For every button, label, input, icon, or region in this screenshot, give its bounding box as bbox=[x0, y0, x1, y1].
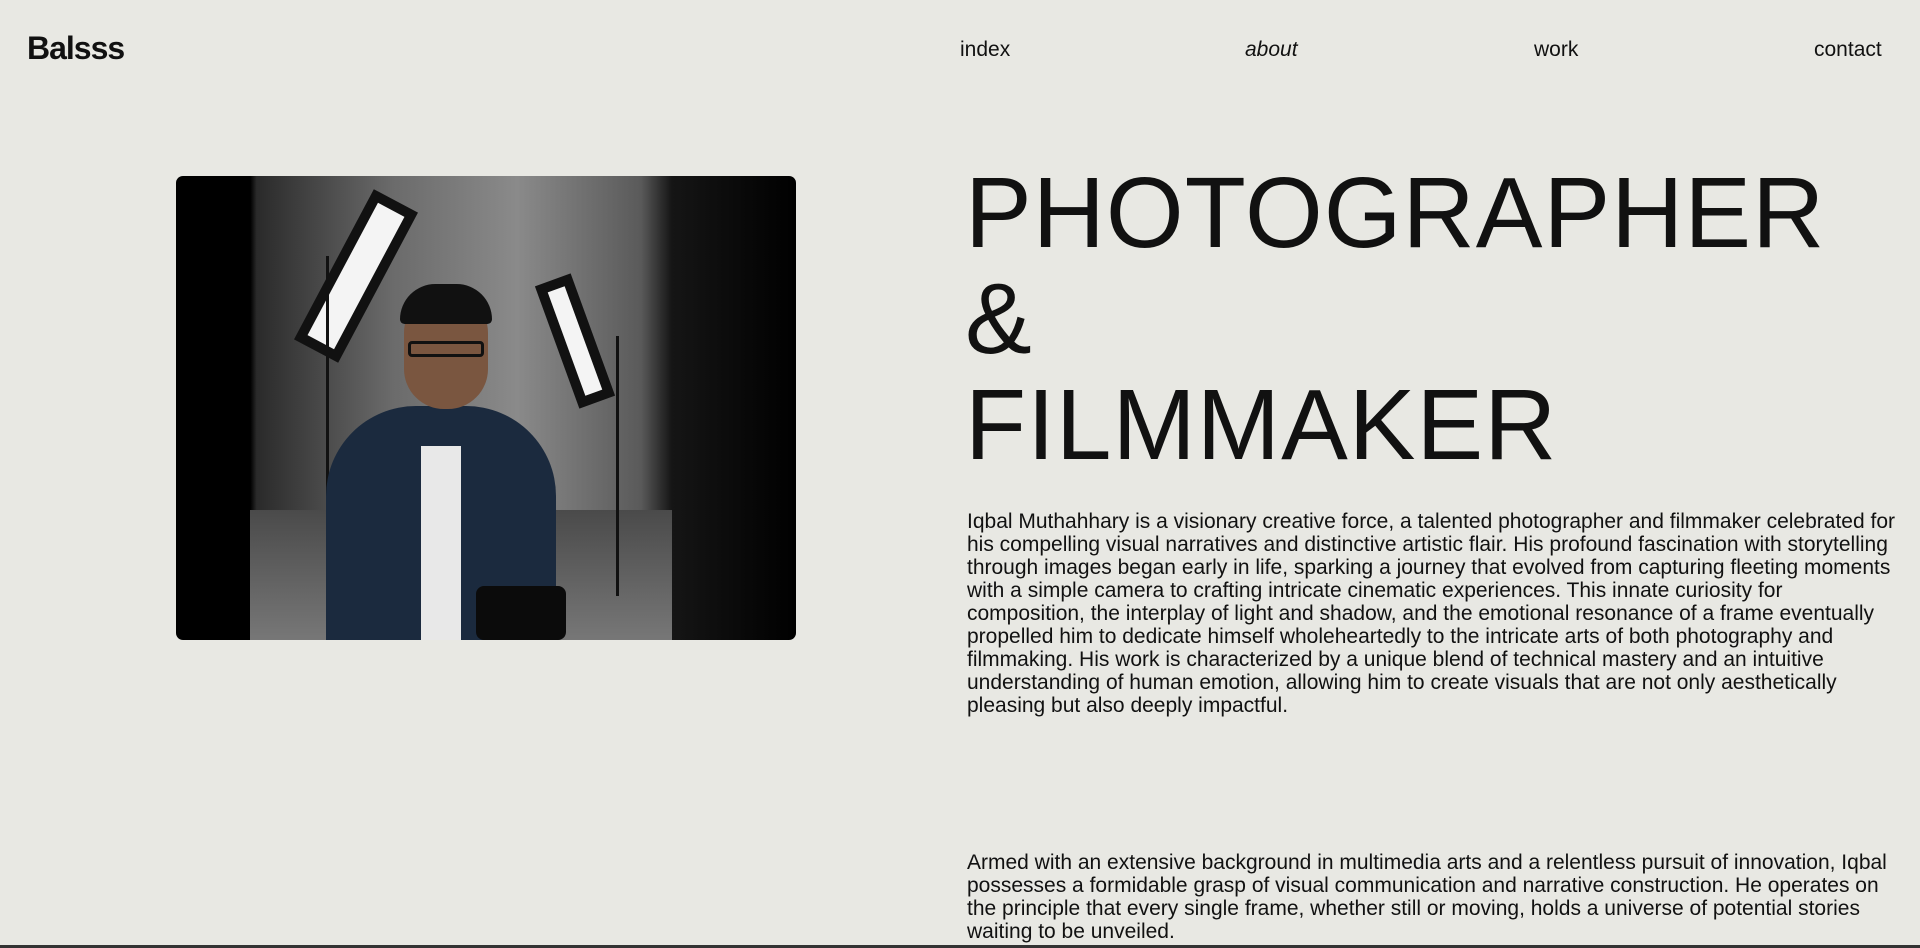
bio-paragraph-2: Armed with an extensive background in mu… bbox=[967, 851, 1887, 943]
softbox-left bbox=[307, 202, 405, 350]
nav-index[interactable]: index bbox=[960, 38, 1010, 62]
portrait-photo bbox=[176, 176, 796, 640]
camera bbox=[476, 586, 566, 640]
site-logo[interactable]: Balsss bbox=[27, 30, 125, 67]
title-line-2: FILMMAKER bbox=[965, 369, 1558, 481]
person-shirt bbox=[421, 446, 461, 640]
title-line-1: PHOTOGRAPHER & bbox=[965, 157, 1826, 375]
nav-work[interactable]: work bbox=[1534, 38, 1578, 62]
person-glasses bbox=[408, 341, 484, 357]
light-stand-right bbox=[616, 336, 619, 596]
bio-paragraph-1: Iqbal Muthahhary is a visionary creative… bbox=[967, 510, 1895, 717]
nav-contact[interactable]: contact bbox=[1814, 38, 1882, 62]
softbox-right bbox=[547, 286, 603, 396]
nav-about[interactable]: about bbox=[1245, 38, 1298, 62]
page-title: PHOTOGRAPHER & FILMMAKER bbox=[965, 160, 1920, 478]
person-hair bbox=[400, 284, 492, 324]
